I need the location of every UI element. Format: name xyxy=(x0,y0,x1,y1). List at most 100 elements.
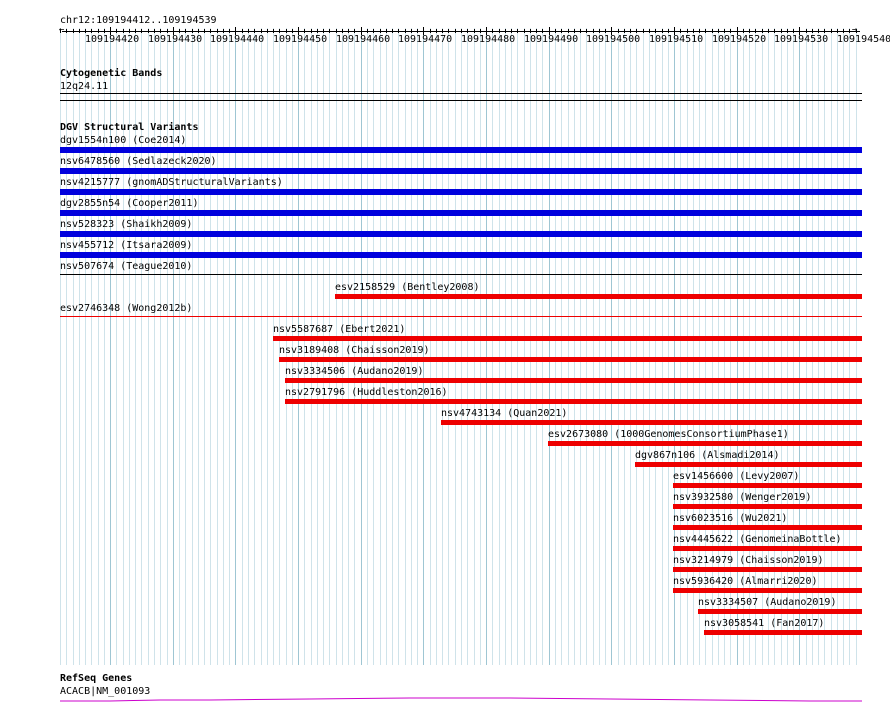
variant-label[interactable]: nsv4445622 (GenomeinaBottle) xyxy=(673,534,842,545)
ruler-tick xyxy=(718,29,719,33)
variant-bar[interactable] xyxy=(60,274,862,275)
ruler-tick xyxy=(373,29,374,33)
variant-label[interactable]: esv2158529 (Bentley2008) xyxy=(335,282,480,293)
variant-label[interactable]: nsv3334507 (Audano2019) xyxy=(698,597,836,608)
ruler-tick xyxy=(442,29,443,33)
variant-bar[interactable] xyxy=(335,294,862,299)
ruler-tick xyxy=(254,29,255,33)
variant-label[interactable]: dgv867n106 (Alsmadi2014) xyxy=(635,450,780,461)
dgv-track-title[interactable]: DGV Structural Variants xyxy=(60,122,198,133)
variant-bar[interactable] xyxy=(548,441,862,446)
ruler-tick xyxy=(542,29,543,33)
variant-label[interactable]: dgv2855n54 (Cooper2011) xyxy=(60,198,198,209)
variant-label[interactable]: esv2746348 (Wong2012b) xyxy=(60,303,192,314)
variant-bar[interactable] xyxy=(673,504,862,509)
variant-bar[interactable] xyxy=(635,462,862,467)
variant-bar[interactable] xyxy=(60,189,862,195)
variant-bar[interactable] xyxy=(673,483,862,488)
ruler-tick-label: 109194530 xyxy=(774,34,829,45)
grid-line xyxy=(536,28,537,665)
variant-bar[interactable] xyxy=(60,252,862,258)
variant-label[interactable]: nsv3189408 (Chaisson2019) xyxy=(279,345,430,356)
variant-bar[interactable] xyxy=(704,630,862,635)
ruler-tick xyxy=(743,29,744,33)
ruler-tick xyxy=(574,29,575,33)
variant-bar[interactable] xyxy=(60,210,862,216)
grid-line xyxy=(467,28,468,665)
variant-label[interactable]: esv1456600 (Levy2007) xyxy=(673,471,799,482)
ruler-tick xyxy=(91,29,92,33)
variant-label[interactable]: nsv3058541 (Fan2017) xyxy=(704,618,824,629)
variant-bar[interactable] xyxy=(60,316,862,317)
variant-label[interactable]: nsv6023516 (Wu2021) xyxy=(673,513,787,524)
grid-line xyxy=(630,28,631,665)
ruler-tick xyxy=(643,29,644,33)
grid-line xyxy=(474,28,475,665)
variant-label[interactable]: nsv455712 (Itsara2009) xyxy=(60,240,192,251)
ruler-tick xyxy=(179,29,180,33)
ruler-tick-label: 109194490 xyxy=(524,34,579,45)
ruler-tick xyxy=(849,29,850,33)
ruler-tick xyxy=(730,29,731,33)
variant-label[interactable]: nsv507674 (Teague2010) xyxy=(60,261,192,272)
cytoband-bar[interactable] xyxy=(60,93,862,94)
variant-bar[interactable] xyxy=(273,336,862,341)
variant-label[interactable]: nsv2791796 (Huddleston2016) xyxy=(285,387,448,398)
grid-line xyxy=(530,28,531,665)
variant-bar[interactable] xyxy=(673,546,862,551)
ruler-tick xyxy=(411,29,412,33)
variant-label[interactable]: nsv3932580 (Wenger2019) xyxy=(673,492,811,503)
variant-label[interactable]: nsv5587687 (Ebert2021) xyxy=(273,324,405,335)
ruler-tick xyxy=(568,29,569,33)
ruler-tick xyxy=(461,29,462,33)
variant-label[interactable]: nsv5936420 (Almarri2020) xyxy=(673,576,818,587)
variant-label[interactable]: nsv528323 (Shaikh2009) xyxy=(60,219,192,230)
grid-line xyxy=(480,28,481,665)
ruler-tick xyxy=(85,29,86,33)
variant-bar[interactable] xyxy=(279,357,862,362)
variant-bar[interactable] xyxy=(60,147,862,153)
ruler-tick xyxy=(60,29,61,33)
ruler-tick xyxy=(474,29,475,33)
refseq-track-title[interactable]: RefSeq Genes xyxy=(60,673,132,684)
ruler-tick xyxy=(636,29,637,33)
cytoband-label[interactable]: 12q24.11 xyxy=(60,81,108,92)
genome-browser-view[interactable]: chr12:109194412..109194539 ← → 109194420… xyxy=(0,0,890,713)
variant-label[interactable]: nsv3214979 (Chaisson2019) xyxy=(673,555,824,566)
refseq-gene-model[interactable] xyxy=(60,695,862,705)
ruler-tick xyxy=(248,29,249,33)
grid-line xyxy=(517,28,518,665)
grid-line xyxy=(580,28,581,665)
variant-bar[interactable] xyxy=(673,588,862,593)
variant-label[interactable]: dgv1554n100 (Coe2014) xyxy=(60,135,186,146)
ruler-tick xyxy=(586,29,587,33)
ruler-tick-label: 109194540 xyxy=(837,34,890,45)
variant-bar[interactable] xyxy=(673,525,862,530)
variant-bar[interactable] xyxy=(698,609,862,614)
variant-bar[interactable] xyxy=(60,231,862,237)
ruler-tick-label: 109194440 xyxy=(210,34,265,45)
variant-label[interactable]: nsv4743134 (Quan2021) xyxy=(441,408,567,419)
ruler-tick xyxy=(323,29,324,33)
ruler-tick xyxy=(123,29,124,33)
ruler-tick xyxy=(561,29,562,33)
variant-bar[interactable] xyxy=(60,168,862,174)
variant-bar[interactable] xyxy=(441,420,862,425)
variant-label[interactable]: nsv3334506 (Audano2019) xyxy=(285,366,423,377)
variant-label[interactable]: esv2673080 (1000GenomesConsortiumPhase1) xyxy=(548,429,789,440)
variant-bar[interactable] xyxy=(285,399,862,404)
grid-line xyxy=(248,28,249,665)
variant-bar[interactable] xyxy=(673,567,862,572)
variant-label[interactable]: nsv4215777 (gnomADStructuralVariants) xyxy=(60,177,283,188)
variant-bar[interactable] xyxy=(285,378,862,383)
grid-line xyxy=(643,28,644,665)
ruler-tick xyxy=(768,29,769,33)
cytoband-track-title[interactable]: Cytogenetic Bands xyxy=(60,68,162,79)
ruler-tick xyxy=(392,29,393,33)
ruler-tick xyxy=(405,29,406,33)
grid-line xyxy=(649,28,650,665)
ruler-tick xyxy=(480,29,481,33)
variant-label[interactable]: nsv6478560 (Sedlazeck2020) xyxy=(60,156,217,167)
ruler-tick xyxy=(831,29,832,33)
ruler-tick xyxy=(687,29,688,33)
